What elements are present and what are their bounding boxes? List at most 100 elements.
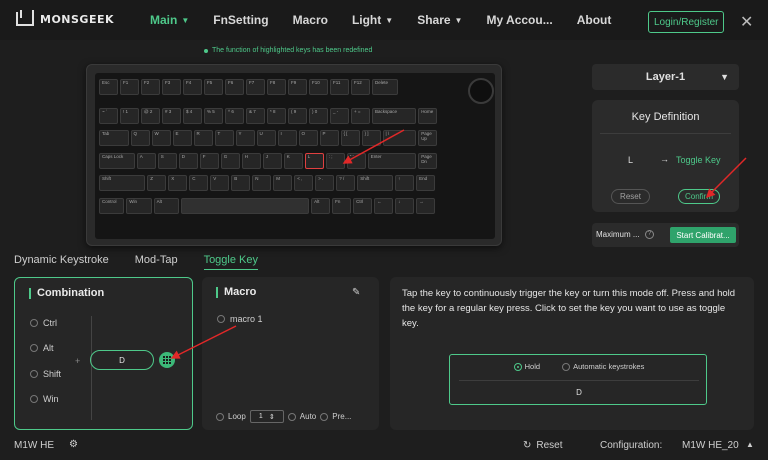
- key[interactable]: G: [220, 152, 240, 169]
- tab-toggle-key[interactable]: Toggle Key: [203, 254, 258, 270]
- edit-icon[interactable]: ✎: [352, 287, 360, 298]
- key[interactable]: C: [189, 175, 209, 192]
- modifier-alt[interactable]: Alt: [30, 343, 54, 353]
- key[interactable]: Fn: [332, 198, 352, 214]
- combination-panel[interactable]: Combination Ctrl Alt Shift Win + D: [14, 277, 193, 430]
- key[interactable]: < ,: [294, 175, 314, 192]
- option-hold[interactable]: Hold: [513, 362, 540, 371]
- key[interactable]: @ 2: [141, 107, 160, 124]
- key[interactable]: Z: [147, 175, 167, 192]
- key[interactable]: Esc: [99, 79, 118, 95]
- key[interactable]: F7: [246, 79, 265, 95]
- key[interactable]: Delete: [372, 79, 399, 95]
- key[interactable]: Shift: [357, 175, 394, 192]
- key[interactable]: →: [416, 198, 436, 214]
- key[interactable]: A: [136, 152, 156, 169]
- key[interactable]: W: [151, 130, 171, 147]
- option-automatic-keystrokes[interactable]: Automatic keystrokes: [562, 362, 644, 371]
- key[interactable]: F3: [162, 79, 181, 95]
- key[interactable]: Alt: [311, 198, 331, 214]
- layer-select[interactable]: Layer-1 ▼: [592, 64, 739, 90]
- nav-fnsetting[interactable]: FnSetting: [213, 13, 268, 27]
- radio-icon[interactable]: [216, 412, 224, 421]
- key[interactable]: ~ `: [99, 107, 118, 124]
- key[interactable]: F8: [267, 79, 286, 95]
- nav-share[interactable]: Share ▼: [417, 13, 462, 27]
- macro-panel[interactable]: Macro ✎ macro 1 Loop 1 ⇕ Auto Pre...: [202, 277, 379, 430]
- key[interactable]: Page Dn: [418, 152, 438, 169]
- macro-item[interactable]: macro 1: [217, 314, 263, 324]
- nav-my-account[interactable]: My Accou...: [486, 13, 552, 27]
- close-icon[interactable]: ✕: [740, 12, 753, 32]
- key[interactable]: T: [214, 130, 234, 147]
- combination-key-slot[interactable]: D: [90, 350, 154, 370]
- key[interactable]: J: [262, 152, 282, 169]
- key[interactable]: B: [231, 175, 251, 192]
- key[interactable]: * 8: [267, 107, 286, 124]
- key[interactable]: Alt: [153, 198, 179, 214]
- key[interactable]: F12: [351, 79, 370, 95]
- start-calibration-button[interactable]: Start Calibrat...: [670, 227, 736, 243]
- tab-dynamic-keystroke[interactable]: Dynamic Keystroke: [14, 254, 109, 270]
- key[interactable]: I: [277, 130, 297, 147]
- key[interactable]: End: [416, 175, 436, 192]
- key[interactable]: F: [199, 152, 219, 169]
- key[interactable]: K: [283, 152, 303, 169]
- key[interactable]: % 5: [204, 107, 223, 124]
- key[interactable]: Caps Lock: [99, 152, 135, 169]
- key-space[interactable]: [180, 198, 310, 214]
- key[interactable]: ↓: [395, 198, 415, 214]
- key[interactable]: ←: [374, 198, 394, 214]
- key[interactable]: Q: [130, 130, 150, 147]
- key[interactable]: Backspace: [372, 107, 417, 124]
- radio-icon[interactable]: [287, 412, 296, 421]
- key[interactable]: # 3: [162, 107, 181, 124]
- loop-count-stepper[interactable]: 1 ⇕: [249, 410, 284, 423]
- key[interactable]: F1: [120, 79, 139, 95]
- key[interactable]: V: [210, 175, 230, 192]
- key[interactable]: F10: [309, 79, 328, 95]
- stepper-arrows-icon[interactable]: ⇕: [269, 413, 275, 421]
- modifier-ctrl[interactable]: Ctrl: [30, 318, 57, 328]
- nav-macro[interactable]: Macro: [293, 13, 328, 27]
- key[interactable]: S: [157, 152, 177, 169]
- modifier-shift[interactable]: Shift: [30, 369, 61, 379]
- key[interactable]: ^ 6: [225, 107, 244, 124]
- chevron-up-icon[interactable]: ▲: [746, 440, 754, 449]
- key[interactable]: > .: [315, 175, 335, 192]
- key[interactable]: P: [319, 130, 339, 147]
- key[interactable]: ( 9: [288, 107, 307, 124]
- key[interactable]: _ -: [330, 107, 349, 124]
- key[interactable]: ) 0: [309, 107, 328, 124]
- key[interactable]: Win: [126, 198, 152, 214]
- key[interactable]: Shift: [99, 175, 146, 192]
- key[interactable]: H: [241, 152, 261, 169]
- key[interactable]: F9: [288, 79, 307, 95]
- modifier-win[interactable]: Win: [30, 394, 59, 404]
- volume-knob[interactable]: [468, 78, 494, 104]
- key[interactable]: Tab: [99, 130, 129, 147]
- key[interactable]: N: [252, 175, 272, 192]
- key[interactable]: F5: [204, 79, 223, 95]
- key[interactable]: } ]: [361, 130, 381, 147]
- brand-logo[interactable]: MONSGEEK: [16, 12, 114, 26]
- radio-icon[interactable]: [320, 412, 329, 421]
- nav-about[interactable]: About: [577, 13, 612, 27]
- help-icon[interactable]: ?: [645, 230, 654, 239]
- key[interactable]: F11: [330, 79, 349, 95]
- confirm-button[interactable]: Confirm: [678, 189, 720, 204]
- tune-settings-icon[interactable]: ⚙: [69, 439, 78, 450]
- key[interactable]: F6: [225, 79, 244, 95]
- key[interactable]: { [: [340, 130, 360, 147]
- key[interactable]: " ': [346, 152, 366, 169]
- nav-light[interactable]: Light ▼: [352, 13, 393, 27]
- configuration-value[interactable]: M1W HE_20: [682, 440, 739, 451]
- toggle-target-key[interactable]: D: [450, 388, 708, 397]
- key[interactable]: L: [304, 152, 324, 169]
- key[interactable]: Page Up: [418, 130, 438, 147]
- key[interactable]: & 7: [246, 107, 265, 124]
- key[interactable]: ↑: [395, 175, 415, 192]
- keyboard-grid-icon[interactable]: [159, 352, 175, 368]
- key[interactable]: X: [168, 175, 188, 192]
- key[interactable]: F4: [183, 79, 202, 95]
